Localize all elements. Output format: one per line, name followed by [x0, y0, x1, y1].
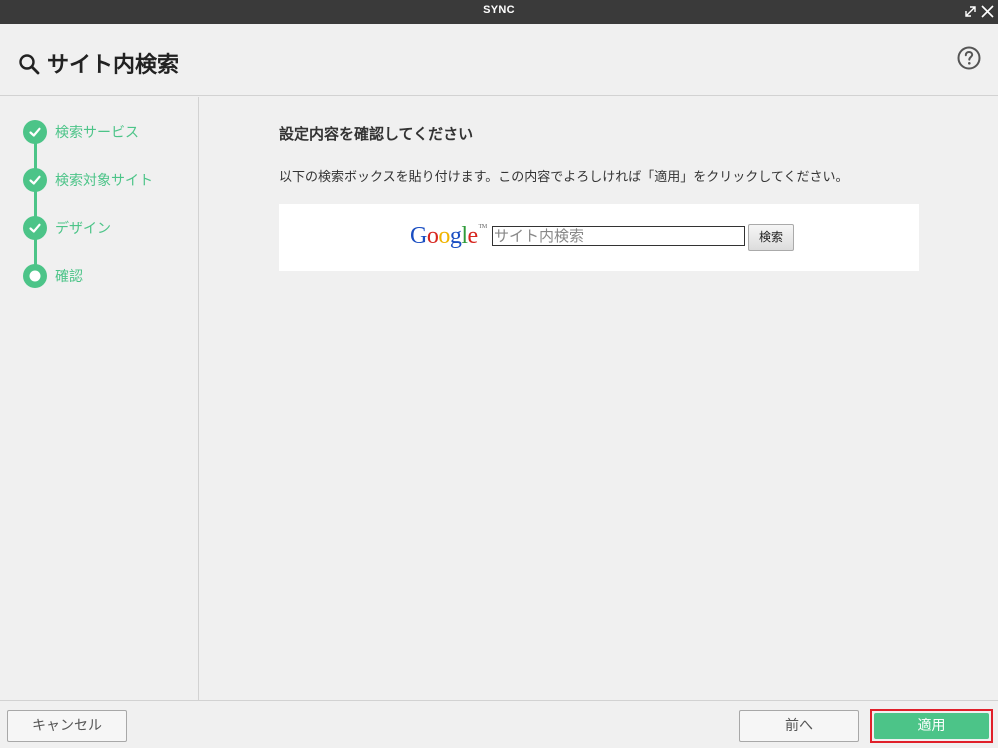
page-title: サイト内検索	[47, 53, 180, 78]
step-label: 検索対象サイト	[55, 173, 153, 189]
check-icon	[23, 216, 47, 240]
site-search-input[interactable]: サイト内検索	[492, 226, 745, 246]
footer-bar: キャンセル 前へ 適用	[0, 700, 998, 748]
confirm-description: 以下の検索ボックスを貼り付けます。この内容でよろしければ「適用」をクリックしてく…	[279, 170, 849, 185]
page-header: サイト内検索	[0, 24, 998, 96]
logo-letter: g	[449, 223, 462, 249]
logo-tm: TM	[478, 224, 488, 230]
window-controls	[963, 4, 995, 19]
step-label: 確認	[55, 269, 83, 285]
help-icon[interactable]	[957, 46, 981, 70]
apply-highlight: 適用	[870, 709, 993, 743]
apply-button[interactable]: 適用	[874, 713, 989, 739]
steps-connector	[34, 132, 37, 276]
confirm-heading: 設定内容を確認してください	[279, 125, 474, 143]
step-sidebar: 検索サービス 検索対象サイト デザイン 確認	[0, 97, 199, 700]
step-target-site: 検索対象サイト	[23, 168, 153, 192]
search-icon	[18, 53, 40, 75]
expand-icon[interactable]	[963, 4, 978, 19]
logo-letter: e	[467, 223, 479, 249]
check-icon	[23, 168, 47, 192]
search-box-preview: GoogleTM サイト内検索 検索	[279, 204, 919, 271]
window-titlebar: SYNC	[0, 0, 998, 24]
step-label: デザイン	[55, 221, 111, 237]
current-dot-icon	[23, 264, 47, 288]
check-icon	[23, 120, 47, 144]
step-confirm: 確認	[23, 264, 83, 288]
step-label: 検索サービス	[55, 125, 139, 141]
close-icon[interactable]	[980, 4, 995, 19]
prev-button[interactable]: 前へ	[739, 710, 859, 742]
step-design: デザイン	[23, 216, 111, 240]
step-search-service: 検索サービス	[23, 120, 139, 144]
logo-letter: o	[426, 223, 439, 249]
site-search-button[interactable]: 検索	[748, 224, 794, 251]
window-title: SYNC	[483, 4, 515, 16]
logo-letter: G	[410, 223, 427, 249]
main-content: 設定内容を確認してください 以下の検索ボックスを貼り付けます。この内容でよろしけ…	[200, 97, 998, 700]
logo-letter: o	[438, 223, 450, 249]
cancel-button[interactable]: キャンセル	[7, 710, 127, 742]
google-logo: GoogleTM	[410, 224, 487, 248]
